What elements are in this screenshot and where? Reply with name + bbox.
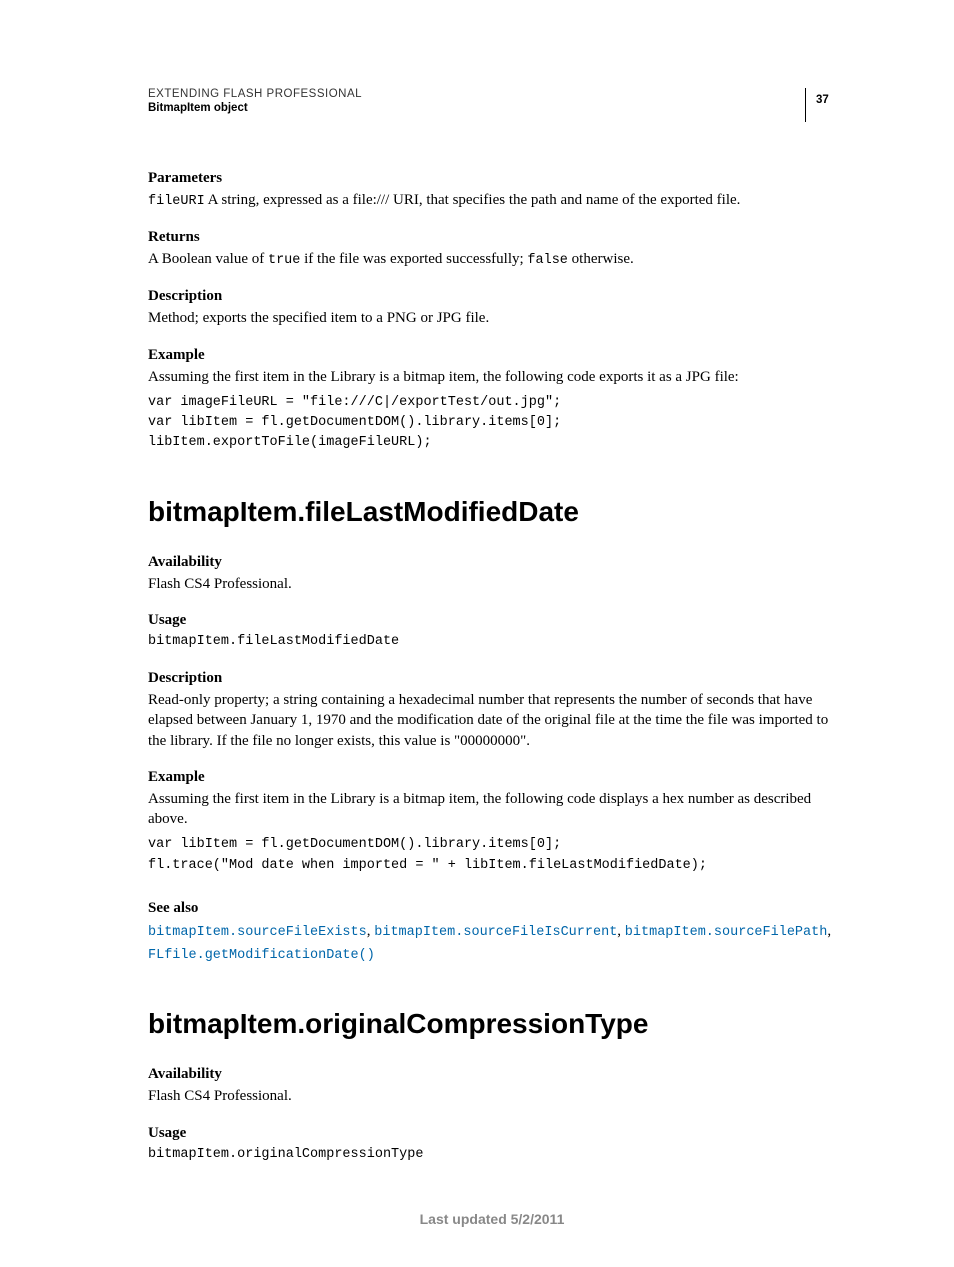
availability-label-2: Availability [148, 554, 836, 571]
example-intro: Assuming the first item in the Library i… [148, 367, 836, 387]
availability-label-3: Availability [148, 1066, 836, 1083]
returns-label: Returns [148, 229, 836, 246]
usage-block-2: Usage bitmapItem.fileLastModifiedDate [148, 612, 836, 652]
comma3: , [827, 923, 831, 939]
returns-part1: A Boolean value of [148, 251, 268, 267]
page-number: 37 [816, 94, 829, 106]
link-getmodificationdate[interactable]: FLfile.getModificationDate() [148, 948, 375, 963]
example-label: Example [148, 347, 836, 364]
returns-text: A Boolean value of true if the file was … [148, 249, 836, 270]
header-left: EXTENDING FLASH PROFESSIONAL BitmapItem … [148, 88, 805, 114]
example-block-2: Example Assuming the first item in the L… [148, 769, 836, 876]
seealso-block: See also bitmapItem.sourceFileExists, bi… [148, 900, 836, 967]
heading-originalcompressiontype: bitmapItem.originalCompressionType [148, 1008, 836, 1040]
usage-label-2: Usage [148, 612, 836, 629]
parameters-label: Parameters [148, 170, 836, 187]
availability-text-3: Flash CS4 Professional. [148, 1086, 836, 1106]
example-intro-2: Assuming the first item in the Library i… [148, 789, 836, 830]
usage-block-3: Usage bitmapItem.originalCompressionType [148, 1125, 836, 1165]
usage-code-3: bitmapItem.originalCompressionType [148, 1145, 836, 1165]
description-text-2: Read-only property; a string containing … [148, 690, 836, 751]
page-header: EXTENDING FLASH PROFESSIONAL BitmapItem … [148, 88, 836, 122]
seealso-label: See also [148, 900, 836, 917]
seealso-links: bitmapItem.sourceFileExists, bitmapItem.… [148, 920, 836, 967]
heading-filelastmodifieddate: bitmapItem.fileLastModifiedDate [148, 496, 836, 528]
returns-part3: otherwise. [568, 251, 634, 267]
doc-subtitle: BitmapItem object [148, 102, 805, 114]
description-text: Method; exports the specified item to a … [148, 308, 836, 328]
returns-block: Returns A Boolean value of true if the f… [148, 229, 836, 270]
example-label-2: Example [148, 769, 836, 786]
description-label-2: Description [148, 670, 836, 687]
example-code: var imageFileURL = "file:///C|/exportTes… [148, 393, 836, 454]
returns-part2: if the file was exported successfully; [300, 251, 527, 267]
page-container: EXTENDING FLASH PROFESSIONAL BitmapItem … [0, 0, 954, 1267]
example-block: Example Assuming the first item in the L… [148, 347, 836, 454]
description-label: Description [148, 288, 836, 305]
availability-text-2: Flash CS4 Professional. [148, 574, 836, 594]
example-code-2: var libItem = fl.getDocumentDOM().librar… [148, 835, 836, 876]
parameters-text: fileURI A string, expressed as a file://… [148, 190, 836, 211]
page-number-wrap: 37 [805, 88, 836, 122]
link-sourcefilepath[interactable]: bitmapItem.sourceFilePath [625, 925, 828, 940]
parameters-desc: A string, expressed as a file:/// URI, t… [205, 192, 741, 208]
description-block-2: Description Read-only property; a string… [148, 670, 836, 751]
usage-label-3: Usage [148, 1125, 836, 1142]
comma2: , [617, 923, 625, 939]
parameters-code: fileURI [148, 194, 205, 209]
link-sourcefileiscurrent[interactable]: bitmapItem.sourceFileIsCurrent [374, 925, 617, 940]
parameters-block: Parameters fileURI A string, expressed a… [148, 170, 836, 211]
link-sourcefileexists[interactable]: bitmapItem.sourceFileExists [148, 925, 367, 940]
usage-code-2: bitmapItem.fileLastModifiedDate [148, 632, 836, 652]
doc-title: EXTENDING FLASH PROFESSIONAL [148, 88, 805, 100]
availability-block-3: Availability Flash CS4 Professional. [148, 1066, 836, 1106]
footer-last-updated: Last updated 5/2/2011 [148, 1211, 836, 1227]
returns-code-false: false [527, 253, 568, 268]
description-block: Description Method; exports the specifie… [148, 288, 836, 328]
returns-code-true: true [268, 253, 300, 268]
availability-block-2: Availability Flash CS4 Professional. [148, 554, 836, 594]
